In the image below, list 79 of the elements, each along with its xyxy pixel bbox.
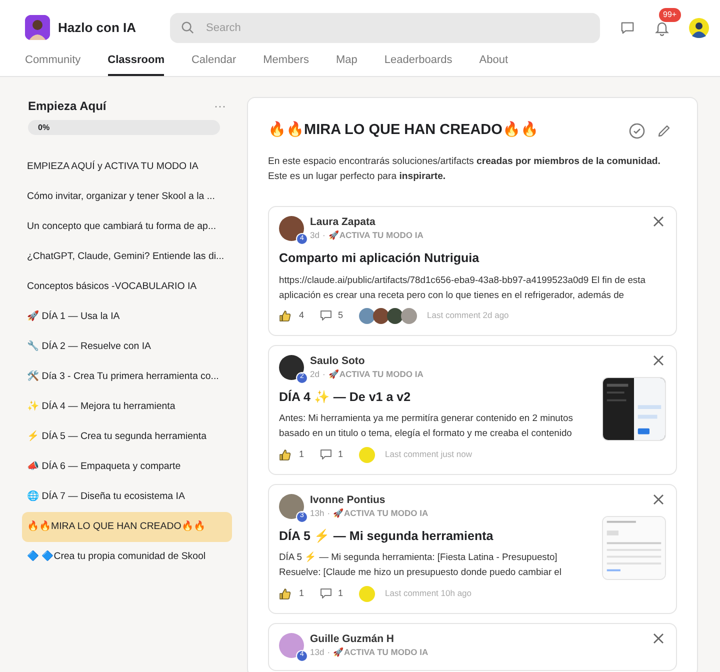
thumbs-up-icon[interactable] [279, 588, 291, 600]
author-name[interactable]: Guille Guzmán H [310, 632, 428, 646]
lesson-item[interactable]: 🛠 Día 3 - Crea Tu primera herramienta co... [22, 362, 232, 392]
community-name[interactable]: Hazlo con IA [58, 18, 136, 38]
search-field[interactable]: Search [170, 12, 600, 43]
nav-tab[interactable]: Members [263, 51, 309, 76]
lesson-item[interactable]: 🚀 DÍA 1 — Usa la IA [22, 302, 232, 332]
post-excerpt: Antes: Mi herramienta ya me permitíra generar contenido en 2 minutos basado en un titulo o tema, elegía el formato y me creaba el contenido [279, 411, 574, 440]
post-time: 3d [310, 228, 320, 242]
thumbs-up-icon[interactable] [279, 310, 291, 322]
bell-icon[interactable] [655, 20, 670, 36]
nav-tab[interactable]: Community [25, 51, 81, 76]
comment-count: 1 [338, 448, 344, 461]
author-avatar [279, 494, 304, 518]
comment-icon[interactable] [320, 588, 332, 599]
post-title[interactable]: DÍA 4 ✨ — De v1 a v2 [279, 388, 592, 406]
last-comment: Last comment 2d ago [427, 309, 509, 322]
lesson-item[interactable]: 🔥🔥MIRA LO QUE HAN CREADO🔥🔥 [22, 512, 232, 542]
separator-dot: · [327, 506, 330, 520]
community-logo[interactable] [25, 15, 50, 40]
post-card[interactable] [268, 484, 677, 614]
post-excerpt: DÍA 5 ⚡ — Mi segunda herramienta: [Fiesta Latina - Presupuesto] Resuelve: [Claude me hizo un presupuesto donde puedo cambiar el [279, 550, 562, 580]
lesson-item[interactable]: 🔧 DÍA 2 — Resuelve con IA [22, 332, 232, 362]
comment-icon[interactable] [320, 310, 332, 321]
post-excerpt: https://claude.ai/public/artifacts/78d1c656-eba9-43a8-bb97-a4199523a0d9 El fin de esta aplicación es crear una receta pero con lo que tienes en el refrigerador, además de [279, 272, 646, 302]
lesson-item[interactable]: 🌐 DÍA 7 — Diseña tu ecosistema IA [22, 482, 232, 512]
comment-count: 1 [338, 586, 344, 600]
lesson-title: 🔥🔥MIRA LO QUE HAN CREADO🔥🔥 [268, 120, 538, 140]
author-name[interactable]: Laura Zapata [310, 216, 424, 229]
separator-dot: · [322, 228, 326, 242]
like-count: 4 [299, 308, 304, 322]
last-comment: Last comment just now [385, 448, 472, 461]
close-icon[interactable] [653, 216, 664, 227]
post-time: 2d [310, 368, 320, 380]
lesson-item[interactable]: EMPIEZA AQUÍ y ACTIVA TU MODO IA [22, 152, 232, 182]
user-avatar[interactable] [689, 18, 710, 38]
close-icon[interactable] [653, 632, 664, 644]
nav-tab[interactable]: About [479, 51, 508, 76]
like-count: 1 [299, 448, 304, 461]
chat-icon[interactable] [620, 20, 636, 35]
lesson-item[interactable]: 🔷 🔷Crea tu propia comunidad de Skool [22, 542, 232, 572]
post-card[interactable] [268, 344, 677, 474]
post-title[interactable]: Comparto mi aplicación Nutriguia [279, 248, 666, 268]
lesson-item[interactable]: 📣 DÍA 6 — Empaqueta y comparte [22, 452, 232, 482]
post-title[interactable]: DÍA 5 ⚡ — Mi segunda herramienta [279, 526, 592, 546]
like-count: 1 [299, 586, 304, 600]
lesson-item[interactable]: ¿ChatGPT, Claude, Gemini? Entiende las di... [22, 242, 232, 272]
nav-tab[interactable]: Classroom [108, 51, 164, 76]
lesson-item[interactable]: ⚡ DÍA 5 — Crea tu segunda herramienta [22, 422, 232, 452]
check-circle-icon[interactable] [629, 122, 645, 139]
nav-tab[interactable]: Calendar [191, 51, 236, 76]
lesson-item[interactable]: Un concepto que cambiará tu forma de ap... [22, 212, 232, 242]
lesson-item[interactable]: ✨ DÍA 4 — Mejora tu herramienta [22, 392, 232, 422]
author-avatar [279, 354, 304, 380]
thumbs-up-icon[interactable] [279, 448, 291, 460]
close-icon[interactable] [653, 494, 664, 504]
comment-icon[interactable] [320, 449, 332, 460]
nav-tab[interactable]: Leaderboards [384, 51, 452, 76]
separator-dot: · [327, 646, 330, 658]
author-avatar [279, 632, 304, 658]
author-name[interactable]: Ivonne Pontius [310, 494, 428, 506]
close-icon[interactable] [653, 354, 664, 366]
post-time: 13d [310, 646, 324, 658]
author-avatar [279, 216, 304, 241]
pencil-icon[interactable] [657, 124, 671, 138]
comment-count: 5 [338, 308, 344, 322]
nav-tab[interactable]: Map [336, 51, 358, 76]
course-title: Empieza Aquí [28, 98, 106, 115]
lesson-description: En este espacio encontrarás soluciones/artifacts creadas por miembros de la comunidad. Este es un lugar perfecto para inspirarte. [268, 154, 662, 184]
last-comment: Last comment 10h ago [385, 587, 472, 600]
post-time: 13h [310, 506, 324, 520]
author-name[interactable]: Saulo Soto [310, 354, 424, 368]
progress-label: 0% [38, 122, 50, 134]
post-card[interactable] [268, 206, 677, 336]
notification-badge: 99+ [659, 8, 681, 22]
lesson-item[interactable]: Cómo invitar, organizar y tener Skool a la ... [22, 182, 232, 212]
separator-dot: · [322, 368, 326, 380]
lesson-item[interactable]: Conceptos básicos -VOCABULARIO IA [22, 272, 232, 302]
search-icon [181, 20, 194, 34]
